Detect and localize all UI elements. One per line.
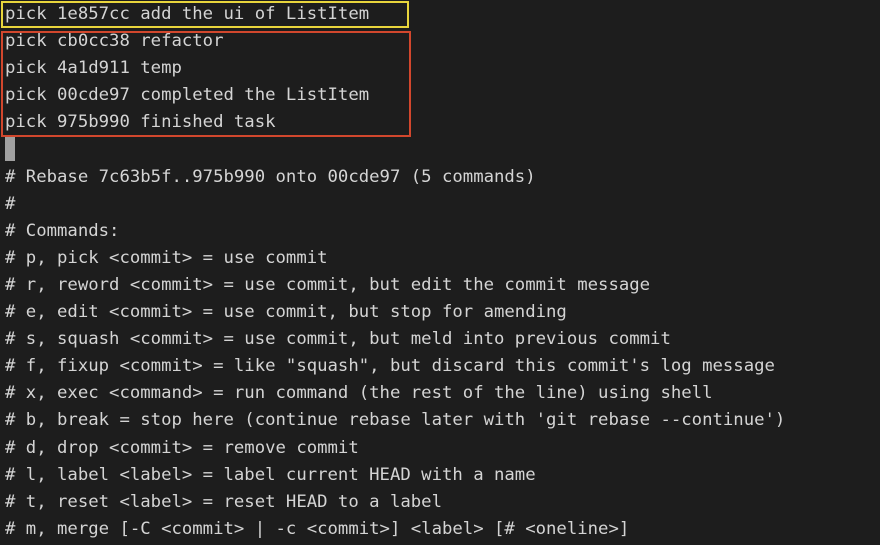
comment-line: # Commands: [5, 220, 120, 241]
comment-line: # f, fixup <commit> = like "squash", but… [5, 356, 775, 377]
comment-line: # s, squash <commit> = use commit, but m… [5, 329, 671, 350]
comment-line: # m, merge [-C <commit> | -c <commit>] <… [5, 518, 630, 539]
terminal-editor[interactable]: pick 1e857cc add the ui of ListItem pick… [0, 0, 880, 545]
comment-line: # [5, 193, 16, 214]
commit-line[interactable]: pick 975b990 finished task [0, 109, 880, 136]
comment-line: # p, pick <commit> = use commit [5, 247, 328, 268]
commit-line[interactable]: pick 4a1d911 temp [0, 55, 880, 82]
comment-line: # x, exec <command> = run command (the r… [5, 383, 713, 404]
commit-line[interactable]: pick 1e857cc add the ui of ListItem [0, 1, 880, 28]
commit-line[interactable]: pick cb0cc38 refactor [0, 28, 880, 55]
comment-line: # t, reset <label> = reset HEAD to a lab… [5, 491, 442, 512]
empty-line[interactable] [0, 136, 880, 163]
comment-line: # Rebase 7c63b5f..975b990 onto 00cde97 (… [5, 166, 536, 187]
comment-line: # d, drop <commit> = remove commit [5, 437, 359, 458]
comment-line: # r, reword <commit> = use commit, but e… [5, 274, 651, 295]
comment-line: # e, edit <commit> = use commit, but sto… [5, 302, 567, 323]
text-cursor [5, 137, 15, 162]
comment-line: # b, break = stop here (continue rebase … [5, 410, 786, 431]
comment-line: # l, label <label> = label current HEAD … [5, 464, 536, 485]
commit-line[interactable]: pick 00cde97 completed the ListItem [0, 82, 880, 109]
